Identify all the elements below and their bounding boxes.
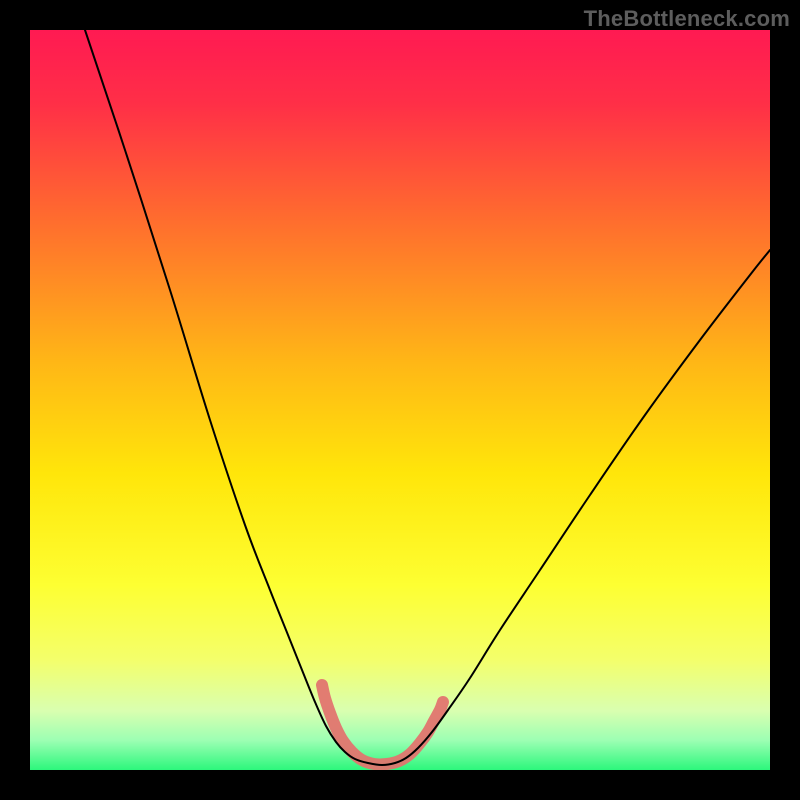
bottleneck-curve-path — [85, 30, 770, 765]
chart-frame: TheBottleneck.com — [0, 0, 800, 800]
watermark-text: TheBottleneck.com — [584, 6, 790, 32]
plot-area — [30, 30, 770, 770]
curve-layer — [30, 30, 770, 770]
trough-marker-path — [322, 685, 443, 764]
